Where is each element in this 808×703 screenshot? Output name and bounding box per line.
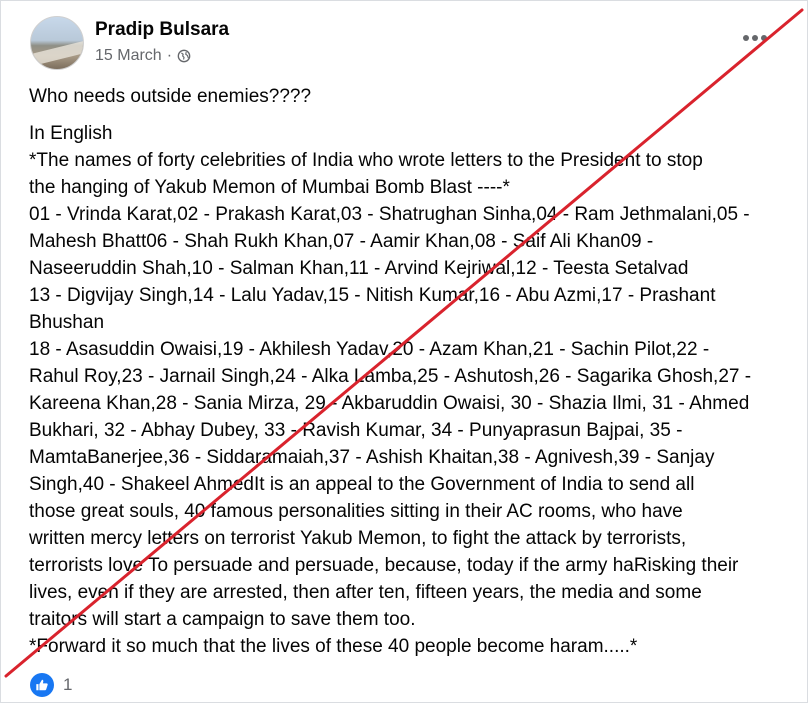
text-line: those great souls, 40 famous personaliti… (29, 501, 683, 522)
text-line: 18 - Asasuddin Owaisi,19 - Akhilesh Yada… (29, 339, 710, 360)
text-line: MamtaBanerjee,36 - Siddaramaiah,37 - Ash… (29, 447, 715, 468)
text-line: traitors will start a campaign to save t… (29, 609, 416, 630)
date-separator: · (166, 47, 173, 64)
globe-icon[interactable] (177, 49, 191, 63)
text-line: Singh,40 - Shakeel AhmedIt is an appeal … (29, 474, 695, 495)
text-line: In English (29, 123, 113, 144)
text-line: Bhushan (29, 312, 105, 333)
avatar[interactable] (30, 16, 84, 70)
post-date[interactable]: 15 March (95, 47, 162, 65)
text-line: written mercy letters on terrorist Yakub… (29, 528, 687, 549)
text-line: 01 - Vrinda Karat,02 - Prakash Karat,03 … (29, 204, 750, 225)
post-meta: 15 March · (95, 47, 191, 65)
text-line: *Forward it so much that the lives of th… (29, 636, 638, 657)
post-text: Who needs outside enemies???? In English… (29, 83, 789, 660)
text-line: Kareena Khan,28 - Sania Mirza, 29 - Akba… (29, 393, 750, 414)
more-options-icon[interactable] (743, 28, 773, 48)
text-line: terrorists love To persuade and persuade… (29, 555, 739, 576)
reaction-summary[interactable]: 1 (30, 673, 72, 697)
text-line: Rahul Roy,23 - Jarnail Singh,24 - Alka L… (29, 366, 752, 387)
text-line: Mahesh Bhatt06 - Shah Rukh Khan,07 - Aam… (29, 231, 654, 252)
text-line: Naseeruddin Shah,10 - Salman Khan,11 - A… (29, 258, 689, 279)
like-icon[interactable] (30, 673, 54, 697)
reaction-count: 1 (63, 675, 73, 694)
text-line: lives, even if they are arrested, then a… (29, 582, 702, 603)
text-line: 13 - Digvijay Singh,14 - Lalu Yadav,15 -… (29, 285, 716, 306)
author-name[interactable]: Pradip Bulsara (95, 19, 229, 41)
text-line: the hanging of Yakub Memon of Mumbai Bom… (29, 177, 510, 198)
text-line: Who needs outside enemies???? (29, 86, 312, 107)
text-line: *The names of forty celebrities of India… (29, 150, 703, 171)
text-line: Bukhari, 32 - Abhay Dubey, 33 - Ravish K… (29, 420, 683, 441)
